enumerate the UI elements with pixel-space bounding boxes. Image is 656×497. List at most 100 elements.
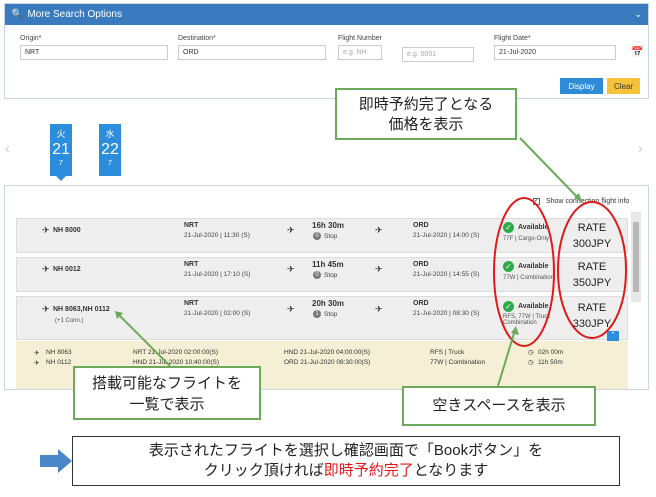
detail-to: ORD 21-Jul-2020 08:30:00(S) bbox=[284, 359, 371, 366]
results-panel: ✓ Show connection flight info ✈ NH 8000 … bbox=[4, 185, 649, 390]
departure-time: 21-Jul-2020 | 02:00 (S) bbox=[184, 310, 251, 317]
chevron-down-icon[interactable]: ⌄ bbox=[634, 9, 642, 20]
plane-icon: ✈ bbox=[42, 264, 50, 274]
rate-label: RATE bbox=[577, 222, 607, 234]
origin-input[interactable]: NRT bbox=[20, 45, 168, 60]
plane-icon: ✈ bbox=[34, 360, 40, 367]
plane-icon: ✈ bbox=[287, 225, 295, 235]
duration: 16h 30m bbox=[312, 221, 345, 230]
clock-icon: ◷ bbox=[528, 359, 534, 366]
stops: 0 Stop bbox=[313, 232, 337, 240]
arrival-time: 21-Jul-2020 | 08:30 (S) bbox=[413, 310, 480, 317]
detail-time: 11h 50m bbox=[538, 359, 563, 366]
origin-airport: NRT bbox=[184, 300, 199, 307]
date-tab-22[interactable]: 水 22 7 bbox=[99, 124, 121, 176]
stop-count: 0 bbox=[313, 271, 321, 279]
clear-button[interactable]: Clear bbox=[607, 78, 640, 94]
detail-time: 02h 00m bbox=[538, 349, 564, 356]
stop-count: 0 bbox=[313, 232, 321, 240]
rate-value: 330JPY bbox=[572, 318, 612, 330]
instruction-text: クリック頂ければ bbox=[203, 462, 324, 479]
flight-number: NH 8000 bbox=[53, 227, 81, 234]
plane-icon: ✈ bbox=[375, 304, 383, 314]
detail-type: RFS | Truck bbox=[430, 349, 465, 356]
destination-airport: ORD bbox=[413, 222, 429, 229]
callout-text: 価格を表示 bbox=[388, 116, 464, 133]
flight-row[interactable]: ✈ NH 0012 NRT 21-Jul-2020 | 17:10 (S) ✈ … bbox=[16, 257, 628, 292]
flight-number-input[interactable]: e.g. 0001 bbox=[402, 47, 474, 62]
next-date-arrow-icon[interactable]: › bbox=[638, 140, 643, 156]
display-button[interactable]: Display bbox=[560, 78, 603, 94]
prev-date-arrow-icon[interactable]: ‹ bbox=[5, 140, 10, 156]
instruction-highlight: 即時予約完了 bbox=[323, 462, 414, 479]
collapse-details-button[interactable]: ⌃ bbox=[607, 331, 619, 341]
checkbox[interactable]: ✓ bbox=[533, 198, 540, 205]
date-tab-21[interactable]: 火 21 7 bbox=[50, 124, 72, 176]
check-icon: ✓ bbox=[503, 261, 514, 272]
date-tab-day: 21 bbox=[52, 141, 70, 158]
destination-airport: ORD bbox=[413, 261, 429, 268]
plane-icon: ✈ bbox=[42, 304, 50, 314]
plane-icon: ✈ bbox=[34, 350, 40, 357]
search-panel: 🔍 More Search Options ⌄ Origin* NRT Dest… bbox=[4, 3, 649, 99]
destination-field-group: Destination* ORD bbox=[178, 35, 326, 60]
flight-date-field-group: Flight Date* 21-Jul-2020 📅 bbox=[494, 35, 643, 60]
flight-date-input[interactable]: 21-Jul-2020 bbox=[494, 45, 616, 60]
stops: 1 Stop bbox=[313, 310, 337, 318]
flight-row[interactable]: ✈ NH 8000 NRT 21-Jul-2020 | 11:30 (S) ✈ … bbox=[16, 218, 628, 253]
departure-time: 21-Jul-2020 | 17:10 (S) bbox=[184, 271, 251, 278]
origin-airport: NRT bbox=[184, 222, 199, 229]
stop-label: Stop bbox=[324, 310, 338, 318]
arrow-right-icon bbox=[40, 449, 72, 473]
selected-tab-pointer bbox=[56, 176, 66, 181]
calendar-icon[interactable]: 📅 bbox=[631, 47, 643, 58]
rate-value: 300JPY bbox=[572, 238, 612, 250]
show-connection-toggle[interactable]: ✓ Show connection flight info bbox=[533, 198, 629, 205]
search-panel-header[interactable]: 🔍 More Search Options ⌄ bbox=[5, 4, 648, 25]
detail-to: HND 21-Jul-2020 04:00:00(S) bbox=[284, 349, 370, 356]
stops: 0 Stop bbox=[313, 271, 337, 279]
detail-flight: NH 0112 bbox=[46, 359, 72, 366]
duration: 11h 45m bbox=[312, 260, 344, 269]
callout-rate: 即時予約完了となる 価格を表示 bbox=[335, 88, 517, 140]
date-tab-count: 7 bbox=[108, 160, 112, 167]
date-tab-dow: 火 bbox=[56, 129, 66, 139]
departure-time: 21-Jul-2020 | 11:30 (S) bbox=[184, 232, 250, 239]
date-tab-count: 7 bbox=[59, 160, 63, 167]
carrier-code-input[interactable]: e.g. NH bbox=[338, 45, 382, 60]
rate-value: 350JPY bbox=[572, 277, 612, 289]
origin-field-group: Origin* NRT bbox=[20, 35, 168, 60]
plane-icon: ✈ bbox=[375, 225, 383, 235]
show-connection-label: Show connection flight info bbox=[546, 198, 630, 205]
destination-input[interactable]: ORD bbox=[178, 45, 326, 60]
connection-count: (+1 Conn.) bbox=[55, 318, 84, 324]
plane-icon: ✈ bbox=[42, 225, 50, 235]
plane-icon: ✈ bbox=[287, 304, 295, 314]
instruction-line-1: 表示されたフライトを選択し確認画面で「Bookボタン」を bbox=[148, 442, 544, 459]
flight-number: NH 8063,NH 0112 bbox=[53, 306, 110, 313]
date-tab-day: 22 bbox=[101, 141, 119, 158]
callout-text: 一覧で表示 bbox=[129, 396, 205, 413]
aircraft-type: RFS, 77W | Truck Combination bbox=[503, 314, 551, 326]
check-icon: ✓ bbox=[503, 301, 514, 312]
availability-status: Available bbox=[518, 263, 549, 270]
instruction-text: となります bbox=[413, 462, 489, 479]
instruction-box: 表示されたフライトを選択し確認画面で「Bookボタン」を クリック頂ければ即時予… bbox=[72, 436, 620, 486]
callout-space: 空きスペースを表示 bbox=[402, 386, 596, 426]
flight-row[interactable]: ✈ NH 8063,NH 0112 (+1 Conn.) NRT 21-Jul-… bbox=[16, 296, 628, 340]
flight-number-field-group: Flight Number e.g. NH bbox=[338, 35, 382, 60]
flight-number-label: Flight Number bbox=[338, 35, 382, 42]
scrollbar-thumb[interactable] bbox=[633, 222, 639, 292]
plane-icon: ✈ bbox=[287, 264, 295, 274]
stop-label: Stop bbox=[324, 271, 338, 279]
destination-airport: ORD bbox=[413, 300, 429, 307]
aircraft-type: 77W | Combination bbox=[503, 275, 554, 281]
results-scrollbar[interactable] bbox=[631, 212, 641, 302]
flight-number: NH 0012 bbox=[53, 266, 81, 273]
detail-flight: NH 8063 bbox=[46, 349, 72, 356]
origin-label: Origin* bbox=[20, 35, 42, 42]
availability-status: Available bbox=[518, 303, 549, 310]
clock-icon: ◷ bbox=[528, 349, 534, 356]
callout-flights: 搭載可能なフライトを 一覧で表示 bbox=[73, 366, 261, 420]
plane-icon: ✈ bbox=[375, 264, 383, 274]
